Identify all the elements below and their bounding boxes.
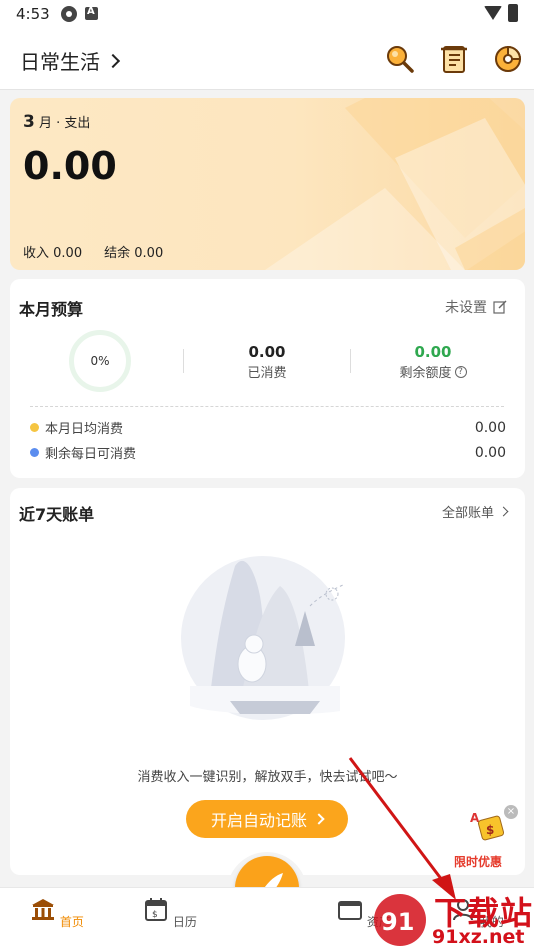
watermark-sub-text: 91xz.net xyxy=(432,926,525,948)
book-title: 日常生活 xyxy=(20,50,100,74)
divider xyxy=(183,349,184,373)
remaining-label: 剩余额度 xyxy=(399,366,452,381)
budget-progress-ring: 0% xyxy=(69,330,131,392)
svg-text:$: $ xyxy=(486,823,494,837)
dashed-divider xyxy=(30,406,504,407)
spent-value: 0.00 xyxy=(248,343,286,361)
empty-state-illustration xyxy=(181,556,346,720)
expense-total: 0.00 xyxy=(23,144,117,188)
limited-offer-badge[interactable]: A $ × 限时优惠 xyxy=(452,802,522,874)
budget-progress-text: 0% xyxy=(90,354,110,368)
income-value: 0.00 xyxy=(53,246,83,261)
wallet-icon xyxy=(338,901,363,920)
all-bills-link[interactable]: 全部账单 xyxy=(441,502,509,521)
spent-label: 已消费 xyxy=(247,366,287,381)
chevron-right-icon xyxy=(105,53,121,68)
watermark-logo-icon: 91 xyxy=(374,894,426,946)
battery-icon xyxy=(508,4,518,22)
daily-average-value: 0.00 xyxy=(474,419,506,436)
summary-month-suffix: 月 · 支出 xyxy=(38,116,91,131)
all-bills-label: 全部账单 xyxy=(441,506,494,521)
limited-offer-label: 限时优惠 xyxy=(454,855,503,869)
budget-card: 本月预算 未设置 0% 0.00 已消费 0.00 剩余额度 ? 本月日均消费 … xyxy=(10,279,525,478)
daily-available-label: 剩余每日可消费 xyxy=(45,447,137,462)
wifi-icon xyxy=(484,6,502,20)
book-selector[interactable]: 日常生活 xyxy=(20,46,121,75)
nav-calendar-label: 日历 xyxy=(172,915,197,929)
yellow-dot-icon xyxy=(30,423,39,432)
daily-average-label: 本月日均消费 xyxy=(45,422,124,437)
status-bar: 4:53 xyxy=(0,0,534,30)
bank-icon xyxy=(32,899,55,920)
status-time: 4:53 xyxy=(16,5,50,23)
budget-setup-button[interactable]: 未设置 xyxy=(445,297,507,317)
income-summary: 收入 0.00 xyxy=(23,242,82,261)
summary-month: 3 xyxy=(23,112,35,132)
svg-text:91: 91 xyxy=(381,908,414,936)
daily-available-value: 0.00 xyxy=(474,444,506,461)
summary-decoration xyxy=(265,98,525,270)
income-label: 收入 xyxy=(23,246,50,261)
close-icon[interactable]: × xyxy=(504,805,518,819)
chevron-right-icon xyxy=(313,813,325,825)
chevron-right-icon xyxy=(498,506,509,517)
notification-a-icon xyxy=(85,6,98,20)
site-watermark: 91 下载站 91xz.net xyxy=(372,888,534,950)
balance-label: 结余 xyxy=(104,246,131,261)
divider xyxy=(350,349,351,373)
remaining-value: 0.00 xyxy=(414,343,452,361)
nav-home[interactable]: 首页 xyxy=(27,896,87,930)
budget-title: 本月预算 xyxy=(19,300,84,319)
daily-average-row: 本月日均消费 0.00 xyxy=(30,418,506,437)
coupon-icon: A $ xyxy=(470,811,505,841)
nav-calendar[interactable]: $ 日历 xyxy=(140,896,200,930)
auto-button-label: 开启自动记账 xyxy=(210,811,307,830)
remaining-label-row: 剩余额度 ? xyxy=(388,362,478,381)
recent-bills-card: 近7天账单 全部账单 消费收入一键识别，解放双手，快去试试吧～ 开启自动记账 xyxy=(10,488,525,875)
spent-stat: 0.00 已消费 xyxy=(227,343,307,381)
empty-state-text: 消费收入一键识别，解放双手，快去试试吧～ xyxy=(137,770,398,785)
sync-icon xyxy=(61,6,77,22)
balance-summary: 结余 0.00 xyxy=(104,242,163,261)
search-icon[interactable] xyxy=(384,43,416,75)
help-icon[interactable]: ? xyxy=(454,365,467,378)
remaining-stat[interactable]: 0.00 剩余额度 ? xyxy=(388,343,478,381)
blue-dot-icon xyxy=(30,448,39,457)
budget-setup-label: 未设置 xyxy=(445,300,487,316)
enable-auto-bookkeeping-button[interactable]: 开启自动记账 xyxy=(186,800,348,838)
pie-chart-icon[interactable] xyxy=(492,43,524,75)
svg-text:$: $ xyxy=(152,910,158,920)
app-header: 日常生活 xyxy=(0,30,534,90)
ledger-list-icon[interactable] xyxy=(438,43,470,75)
nav-home-label: 首页 xyxy=(59,915,84,929)
summary-footer: 收入 0.00 结余 0.00 xyxy=(23,242,163,261)
monthly-summary-card[interactable]: 3 月 · 支出 0.00 收入 0.00 结余 0.00 xyxy=(10,98,525,270)
balance-value: 0.00 xyxy=(134,246,164,261)
recent-bills-title: 近7天账单 xyxy=(19,505,95,524)
summary-period-label: 3 月 · 支出 xyxy=(23,112,90,132)
edit-icon xyxy=(493,300,507,314)
calendar-icon: $ xyxy=(145,898,168,921)
daily-available-row: 剩余每日可消费 0.00 xyxy=(30,443,506,462)
